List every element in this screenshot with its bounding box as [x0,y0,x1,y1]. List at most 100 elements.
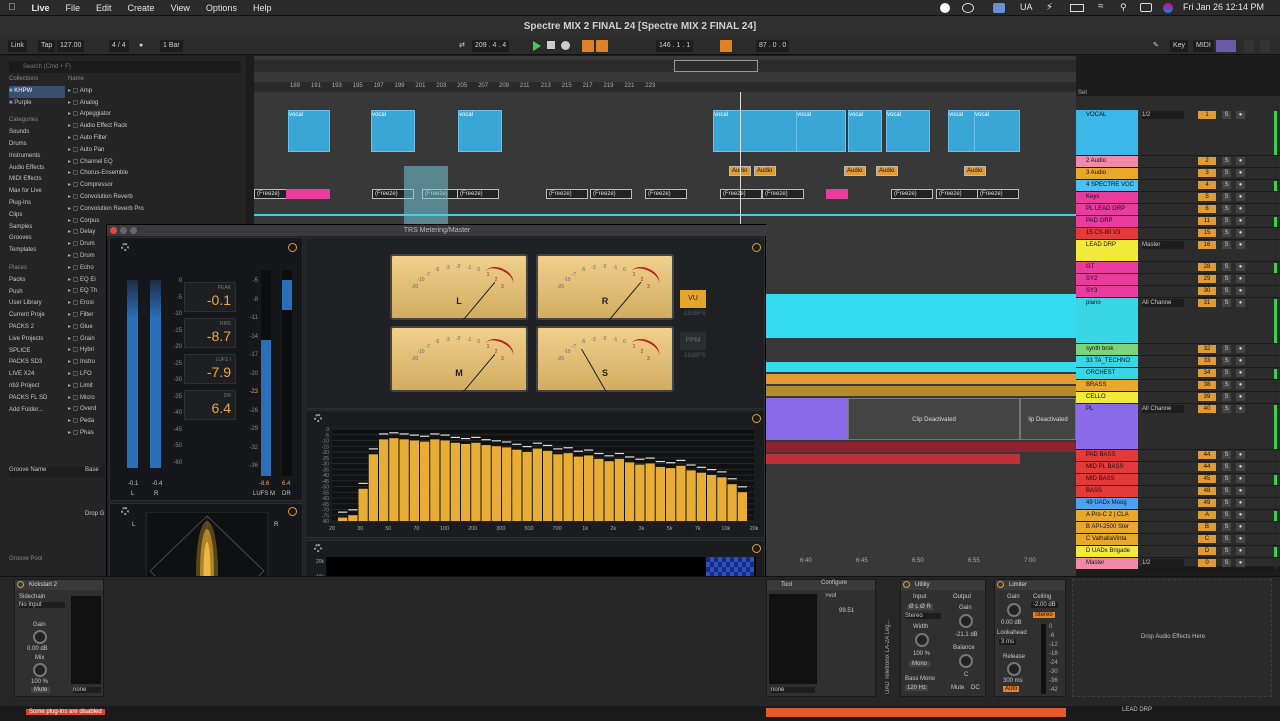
track-activator[interactable]: 15 [1198,229,1216,237]
spectrogram-power-icon[interactable] [752,544,761,553]
tap-button[interactable]: Tap [38,40,56,52]
uad-icon[interactable] [993,3,1005,13]
track-name[interactable]: BRASS [1076,380,1138,391]
track-header[interactable]: D UADx Brigade D S ● [1076,546,1280,558]
track-header[interactable]: SY3 30 S ● [1076,286,1280,298]
track-name[interactable]: 15 CS-80 V3 [1076,228,1138,239]
solo-button[interactable]: S [1222,229,1231,237]
record-status-icon[interactable] [940,3,950,13]
category-item[interactable]: Templates [9,245,65,257]
track-header[interactable]: MID PL BASS 44 S ● [1076,462,1280,474]
activity-icon[interactable] [962,3,974,13]
vocal-clip[interactable]: vocal [848,110,882,152]
collection-khpw[interactable]: ■ KHPW [9,85,65,98]
arm-button[interactable]: ● [1236,393,1245,401]
track-name[interactable]: VOCAL [1076,110,1138,155]
track-name[interactable]: PL [1076,404,1138,449]
ppm-mode-button[interactable]: PPM [680,332,706,350]
solo-button[interactable]: S [1222,111,1231,119]
minimize-window-icon[interactable] [120,227,127,234]
overview-strip[interactable] [254,60,1076,72]
arm-button[interactable]: ● [1236,487,1245,495]
place-item[interactable]: Live Projects [9,334,65,346]
uad-la2a-device[interactable]: UAD Teletronix LA-2A Leg... [885,594,895,694]
audio-clip[interactable]: Audio [844,166,866,176]
arm-button[interactable]: ● [1236,475,1245,483]
solo-button[interactable]: S [1222,535,1231,543]
menu-edit[interactable]: Edit [88,3,120,13]
freeze-clip[interactable]: (Freeze) [891,189,933,199]
solo-button[interactable]: S [1222,499,1231,507]
track-header[interactable]: 3 Audio 3 S ● [1076,168,1280,180]
arm-button[interactable]: ● [1236,169,1245,177]
solo-button[interactable]: S [1222,357,1231,365]
track-activator[interactable]: A [1198,511,1216,519]
arm-button[interactable]: ● [1236,217,1245,225]
wifi-icon[interactable]: ≈ [1098,1,1104,12]
groove-pool-label[interactable]: Groove Pool [9,556,42,562]
cello-clip[interactable] [766,386,1076,396]
solo-button[interactable]: S [1222,523,1231,531]
track-header[interactable]: Keys 5 S ● [1076,192,1280,204]
vocal-clip[interactable]: vocal [458,110,502,152]
limiter-gain-knob[interactable] [1007,603,1021,617]
browser-item[interactable]: ▸ ▢ Amp [68,86,236,98]
browser-item[interactable]: ▸ ▢ Compressor [68,180,236,192]
track-header[interactable]: 49 UADx Moog 49 S ● [1076,498,1280,510]
piano-clip[interactable] [766,294,1076,338]
overview-window[interactable] [674,60,758,72]
menu-help[interactable]: Help [245,3,280,13]
track-header[interactable]: CELLO 39 S ● [1076,392,1280,404]
sidechain-input-dropdown[interactable]: No Input [19,602,65,608]
track-header[interactable]: VOCAL 1 S ● 1/2 [1076,110,1280,156]
track-name[interactable]: D UADx Brigade [1076,546,1138,557]
freeze-clip[interactable]: (Freeze) [936,189,978,199]
track-activator[interactable]: 4 [1198,181,1216,189]
arm-button[interactable]: ● [1236,511,1245,519]
track-header[interactable]: Master 0 S ● 1/2 [1076,558,1280,570]
apple-icon[interactable]:  [0,2,24,13]
vu-mode-button[interactable]: VU [680,290,706,308]
arm-button[interactable]: ● [1236,535,1245,543]
category-item[interactable]: Drums [9,139,65,151]
brass-clip[interactable] [766,374,1076,384]
deactivated-clip[interactable]: Clip Deactivated [848,398,1020,440]
arrangement-position[interactable]: 209 . 4 . 4 [472,40,510,52]
track-header[interactable]: MID BASS 45 S ● [1076,474,1280,486]
app-menu[interactable]: Live [24,3,58,13]
arm-button[interactable]: ● [1236,463,1245,471]
track-activator[interactable]: B [1198,523,1216,531]
browser-item[interactable]: ▸ ▢ Auto Pan [68,145,236,157]
place-item[interactable]: Packs [9,275,65,287]
search-icon[interactable]: ⚲ [1120,2,1127,13]
track-name[interactable]: PL LEAD GRP [1076,204,1138,215]
gain-value[interactable]: 0.00 dB [27,646,48,652]
audio-clip[interactable]: Audio [964,166,986,176]
track-name[interactable]: CELLO [1076,392,1138,403]
track-activator[interactable]: C [1198,535,1216,543]
track-name[interactable]: 4 SPECTRE VOC [1076,180,1138,191]
track-name[interactable]: MID PL BASS [1076,462,1138,473]
mute-out-button[interactable]: Mute [951,685,964,691]
ceiling-value[interactable]: -2.00 dB [1031,602,1058,608]
browser-item[interactable]: ▸ ▢ Audio Effect Rack [68,121,236,133]
arm-button[interactable]: ● [1236,499,1245,507]
track-activator[interactable]: 32 [1198,345,1216,353]
solo-button[interactable]: S [1222,205,1231,213]
track-activator[interactable]: 16 [1198,241,1216,249]
track-activator[interactable]: 49 [1198,499,1216,507]
lookahead-dropdown[interactable]: 3 ms [999,639,1017,645]
solo-button[interactable]: S [1222,345,1231,353]
track-name[interactable]: 2 Audio [1076,156,1138,167]
track-output-dropdown[interactable]: All Channe [1142,405,1184,413]
track-header[interactable]: 33 TA_TECHNO 33 S ● [1076,356,1280,368]
arm-button[interactable]: ● [1236,181,1245,189]
freeze-clip[interactable]: (Freeze) [546,189,588,199]
balance-value[interactable]: C [964,672,968,678]
limiter-gain-value[interactable]: 0.00 dB [1001,620,1022,626]
pl-clip[interactable] [766,398,848,440]
record-icon[interactable] [561,41,570,50]
browser-item[interactable]: ▸ ▢ Arpeggiator [68,109,236,121]
deactivated-clip[interactable]: lip Deactivated [1020,398,1076,440]
track-header[interactable]: C ValhallaVinta C S ● [1076,534,1280,546]
